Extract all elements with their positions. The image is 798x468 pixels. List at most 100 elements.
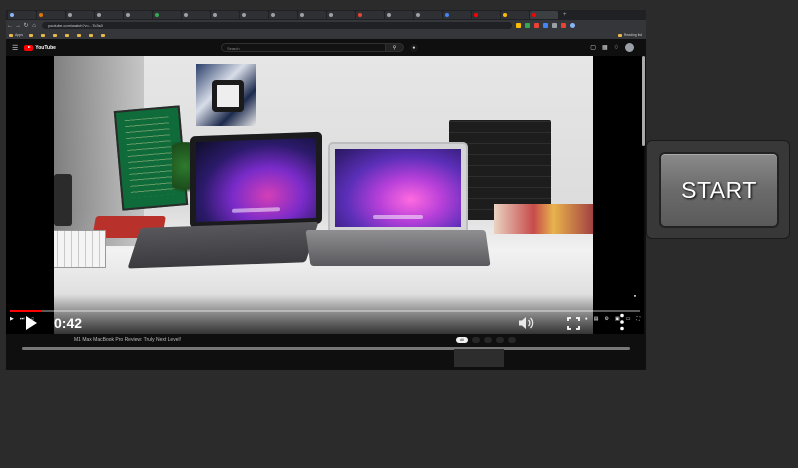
browser-tab[interactable]: [211, 11, 239, 19]
video-scene-laptop-right: [305, 142, 491, 266]
filter-chip[interactable]: [483, 337, 492, 343]
forward-icon[interactable]: →: [14, 23, 22, 29]
browser-tab[interactable]: [66, 11, 94, 19]
bookmark-item[interactable]: [88, 33, 95, 37]
extension-icon[interactable]: [543, 23, 548, 28]
profile-icon[interactable]: [570, 23, 575, 28]
extension-icon[interactable]: [525, 23, 530, 28]
theater-mode-icon[interactable]: ▭: [626, 316, 631, 322]
video-scene-poster: [494, 204, 593, 234]
microphone-icon: ●: [412, 44, 416, 51]
reading-list-button[interactable]: Reading list: [617, 33, 642, 37]
bookmark-item[interactable]: [100, 33, 107, 37]
extension-icon[interactable]: [516, 23, 521, 28]
video-player[interactable]: ▶ ⏭ ♫ ● ▤ ⚙ ▣ ▭ ⛶ ■ 0:42: [6, 56, 644, 334]
tab-favicon-icon: [532, 13, 536, 17]
filter-chip[interactable]: [495, 337, 504, 343]
tab-favicon-icon: [329, 13, 333, 17]
browser-tab[interactable]: [240, 11, 268, 19]
bookmark-item[interactable]: [64, 33, 71, 37]
browser-window: + ← → ↻ ⌂ youtube.com/watch?v=...Tc3s0 A…: [6, 10, 646, 370]
browser-tab[interactable]: [95, 11, 123, 19]
bookmark-item[interactable]: [76, 33, 83, 37]
browser-tab[interactable]: [182, 11, 210, 19]
video-progress-bar[interactable]: [10, 310, 640, 312]
tab-favicon-icon: [387, 13, 391, 17]
microphone-button[interactable]: ●: [409, 43, 418, 52]
tab-favicon-icon: [300, 13, 304, 17]
browser-tab[interactable]: [8, 11, 36, 19]
bookmark-item[interactable]: Apps: [9, 33, 23, 37]
tab-favicon-icon: [213, 13, 217, 17]
tab-favicon-icon: [97, 13, 101, 17]
browser-tab[interactable]: [472, 11, 500, 19]
captions-icon[interactable]: ▤: [594, 316, 599, 322]
browser-tab[interactable]: [414, 11, 442, 19]
video-progress-fill: [10, 310, 42, 312]
next-icon[interactable]: ⏭: [20, 316, 25, 322]
new-tab-icon[interactable]: +: [563, 10, 567, 20]
browser-tab[interactable]: [298, 11, 326, 19]
youtube-logo[interactable]: YouTube: [24, 44, 56, 51]
tab-favicon-icon: [184, 13, 188, 17]
avatar[interactable]: [625, 43, 634, 52]
browser-tab[interactable]: [501, 11, 529, 19]
bookmark-item[interactable]: [40, 33, 47, 37]
browser-tab[interactable]: [327, 11, 355, 19]
video-title: M1 Max MacBook Pro Review: Truly Next Le…: [74, 337, 181, 343]
browser-tab[interactable]: [356, 11, 384, 19]
extension-icon[interactable]: [534, 23, 539, 28]
below-player-area: M1 Max MacBook Pro Review: Truly Next Le…: [6, 334, 646, 370]
extension-icon[interactable]: [552, 23, 557, 28]
hamburger-menu-icon[interactable]: ☰: [12, 44, 18, 52]
create-video-icon[interactable]: ▢: [590, 44, 596, 51]
youtube-header: ☰ YouTube Search ⚲ ● ▢ ▦ ♢: [6, 39, 646, 56]
browser-tab[interactable]: [443, 11, 471, 19]
bookmark-item[interactable]: [28, 33, 35, 37]
current-time: 0:42: [54, 315, 83, 331]
browser-tab[interactable]: [530, 11, 558, 19]
apps-grid-icon[interactable]: ▦: [602, 44, 608, 51]
tab-favicon-icon: [155, 13, 159, 17]
video-scene-laptop-left: [127, 131, 322, 269]
tab-favicon-icon: [242, 13, 246, 17]
play-icon[interactable]: [26, 316, 37, 330]
notifications-bell-icon[interactable]: ♢: [614, 44, 619, 51]
video-scene-artwork: [196, 64, 256, 126]
home-icon[interactable]: ⌂: [30, 23, 38, 29]
volume-icon[interactable]: [518, 316, 534, 330]
player-controls: ▶ ⏭ ♫ ● ▤ ⚙ ▣ ▭ ⛶: [10, 315, 640, 323]
tab-favicon-icon: [416, 13, 420, 17]
filter-chip[interactable]: [471, 337, 480, 343]
recommendation-chips: All: [456, 337, 516, 343]
filter-chip[interactable]: [507, 337, 516, 343]
filter-chip[interactable]: All: [456, 337, 468, 343]
play-icon[interactable]: ▶: [10, 316, 14, 322]
fullscreen-icon[interactable]: [567, 317, 580, 330]
tab-favicon-icon: [10, 13, 14, 17]
tab-favicon-icon: [445, 13, 449, 17]
recommended-video-thumbnail[interactable]: [454, 349, 504, 367]
page-scrollbar[interactable]: [642, 56, 645, 146]
address-bar[interactable]: youtube.com/watch?v=...Tc3s0: [42, 22, 512, 29]
autoplay-toggle[interactable]: ●: [585, 316, 588, 322]
extension-icon[interactable]: [561, 23, 566, 28]
bookmark-item[interactable]: [52, 33, 59, 37]
browser-tab[interactable]: [37, 11, 65, 19]
browser-tab[interactable]: [269, 11, 297, 19]
more-vertical-icon[interactable]: [620, 313, 624, 331]
search-button[interactable]: ⚲: [385, 43, 404, 52]
browser-tab[interactable]: [153, 11, 181, 19]
seek-bar[interactable]: [22, 347, 630, 350]
fullscreen-small-icon[interactable]: ⛶: [636, 316, 640, 322]
start-button[interactable]: START: [659, 152, 779, 228]
reload-icon[interactable]: ↻: [22, 22, 30, 29]
settings-gear-icon[interactable]: ⚙: [605, 316, 609, 322]
back-icon[interactable]: ←: [6, 23, 14, 29]
search-input[interactable]: Search: [220, 43, 386, 52]
address-row: ← → ↻ ⌂ youtube.com/watch?v=...Tc3s0: [6, 20, 646, 31]
browser-tab[interactable]: [385, 11, 413, 19]
channel-watermark-icon[interactable]: ■: [634, 294, 636, 298]
tab-favicon-icon: [68, 13, 72, 17]
browser-tab[interactable]: [124, 11, 152, 19]
